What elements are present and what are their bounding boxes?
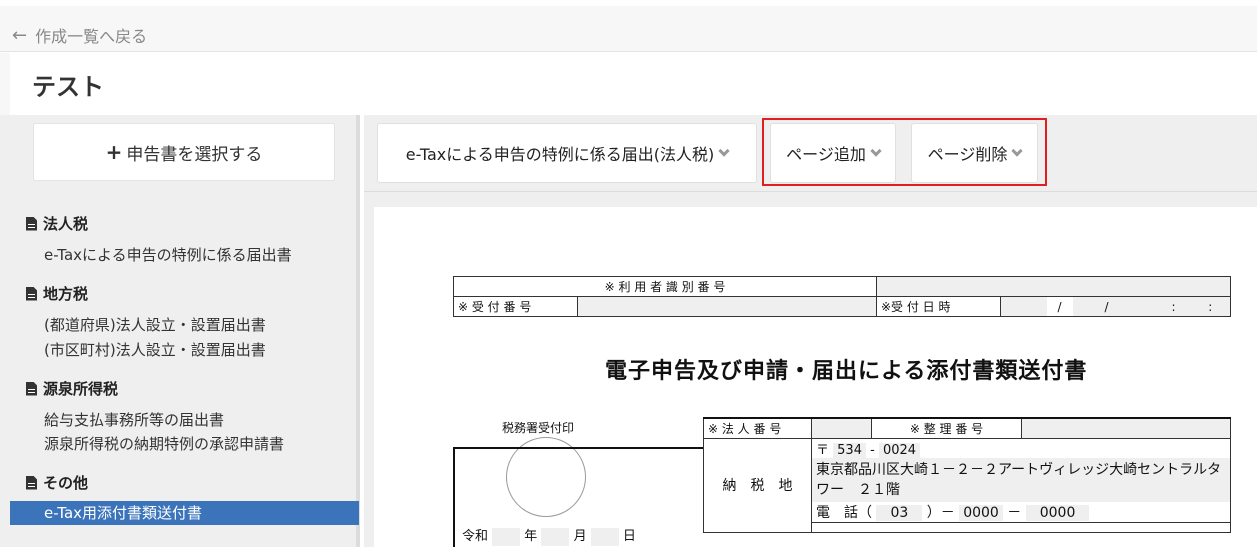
receipt-day-field[interactable] xyxy=(1112,296,1157,317)
sidebar-item-prefecture-establishment[interactable]: (都道府県)法人設立・設置届出書 xyxy=(44,314,266,335)
phone-number[interactable]: 0000 xyxy=(1025,505,1090,521)
tax-place-label: 納 税 地 xyxy=(703,437,812,533)
date-separator: / xyxy=(1046,296,1073,317)
receipt-year-field[interactable] xyxy=(1000,296,1047,317)
category-corporate-tax: 法人税 xyxy=(26,213,88,234)
tax-office-stamp-label: 税務署受付印 xyxy=(502,421,575,435)
ref-no-label: ※ 整 理 番 号 xyxy=(871,417,1022,439)
postal-code-row: 〒 534 - 0024 xyxy=(811,437,1231,458)
postal-code-2[interactable]: 0024 xyxy=(878,442,921,458)
select-form-label: 申告書を選択する xyxy=(126,144,263,165)
category-withholding-tax: 源泉所得税 xyxy=(26,378,118,399)
receipt-date-label: ※受 付 日 時 xyxy=(876,296,1001,317)
category-label: 法人税 xyxy=(43,215,89,233)
title-bar: テスト xyxy=(0,53,1257,115)
category-label: その他 xyxy=(43,474,89,492)
category-other: その他 xyxy=(26,472,88,493)
category-local-tax: 地方税 xyxy=(26,283,88,304)
arrow-left-icon: ← xyxy=(12,24,28,46)
phone-separator: ）－ xyxy=(926,505,955,521)
year-field[interactable] xyxy=(492,527,521,546)
ref-no-field[interactable] xyxy=(1021,417,1231,439)
phone-exchange[interactable]: 0000 xyxy=(959,505,1003,521)
empty-row xyxy=(811,522,1231,533)
corp-no-field[interactable] xyxy=(811,417,872,439)
document-icon xyxy=(26,216,37,231)
phone-row: 電 話（ 03 ）－ 0000 － 0000 xyxy=(811,502,1231,523)
header-table: ※ 利 用 者 識 別 番 号 ※ 受 付 番 号 ※受 付 日 時 / / :… xyxy=(453,276,1231,317)
select-form-button[interactable]: + 申告書を選択する xyxy=(33,123,335,181)
back-to-list-link[interactable]: ← 作成一覧へ戻る xyxy=(12,23,147,47)
address-field[interactable]: 東京都品川区大崎１－２－２アートヴィレッジ大崎セントラルタワー ２１階 xyxy=(811,458,1231,502)
era-label: 令和 xyxy=(462,529,489,544)
year-label: 年 xyxy=(524,529,538,544)
day-label: 日 xyxy=(622,529,636,544)
month-label: 月 xyxy=(573,529,587,544)
sidebar-item-payment-deadline-approval[interactable]: 源泉所得税の納期特例の承認申請書 xyxy=(44,433,284,454)
user-id-label: ※ 利 用 者 識 別 番 号 xyxy=(453,276,877,297)
postal-mark: 〒 xyxy=(816,442,830,458)
top-nav-bar: ← 作成一覧へ戻る xyxy=(0,0,1257,52)
taxpayer-table: ※ 法 人 番 号 ※ 整 理 番 号 納 税 地 〒 534 - 0024 東… xyxy=(703,417,1231,533)
filing-date: 令和 年 月 日 xyxy=(462,525,636,546)
sidebar-item-etax-special-notice[interactable]: e-Taxによる申告の特例に係る届出書 xyxy=(44,244,292,265)
phone-separator: － xyxy=(1007,505,1022,521)
date-separator: / xyxy=(1072,296,1113,317)
day-field[interactable] xyxy=(590,527,619,546)
document-select-label: e-Taxによる申告の特例に係る届出(法人税) xyxy=(405,145,715,164)
toolbar-divider xyxy=(364,191,1257,192)
receipt-no-field[interactable] xyxy=(577,296,877,317)
time-separator: : xyxy=(1190,296,1231,317)
document-icon xyxy=(26,381,37,396)
back-link-label: 作成一覧へ戻る xyxy=(35,27,148,46)
highlight-box xyxy=(762,118,1047,186)
document-icon xyxy=(26,286,37,301)
corp-no-label: ※ 法 人 番 号 xyxy=(703,417,812,439)
document-icon xyxy=(26,475,37,490)
sidebar-item-salary-office-notice[interactable]: 給与支払事務所等の届出書 xyxy=(44,409,224,430)
document-page: ※ 利 用 者 識 別 番 号 ※ 受 付 番 号 ※受 付 日 時 / / :… xyxy=(374,207,1257,547)
category-label: 源泉所得税 xyxy=(43,380,119,398)
chevron-down-icon xyxy=(718,144,730,157)
postal-code-1[interactable]: 534 xyxy=(833,442,866,458)
sidebar-item-municipal-establishment[interactable]: (市区町村)法人設立・設置届出書 xyxy=(44,339,266,360)
category-label: 地方税 xyxy=(43,285,89,303)
user-id-field[interactable] xyxy=(876,276,1231,297)
time-separator: : xyxy=(1156,296,1191,317)
phone-area-code[interactable]: 03 xyxy=(876,505,923,521)
receipt-no-label: ※ 受 付 番 号 xyxy=(453,296,578,317)
document-area: e-Taxによる申告の特例に係る届出(法人税) ページ追加 ページ削除 ※ 利 … xyxy=(364,115,1257,547)
sidebar-item-etax-attachment-sheet[interactable]: e-Tax用添付書類送付書 xyxy=(10,501,359,525)
page-title: テスト xyxy=(32,73,104,101)
phone-label: 電 話（ xyxy=(816,505,872,521)
document-select-dropdown[interactable]: e-Taxによる申告の特例に係る届出(法人税) xyxy=(377,123,757,183)
document-title: 電子申告及び申請・届出による添付書類送付書 xyxy=(605,359,1088,384)
sidebar: + 申告書を選択する 法人税 e-Taxによる申告の特例に係る届出書 地方税 (… xyxy=(0,115,360,547)
month-field[interactable] xyxy=(541,527,570,546)
plus-icon: + xyxy=(105,140,123,164)
